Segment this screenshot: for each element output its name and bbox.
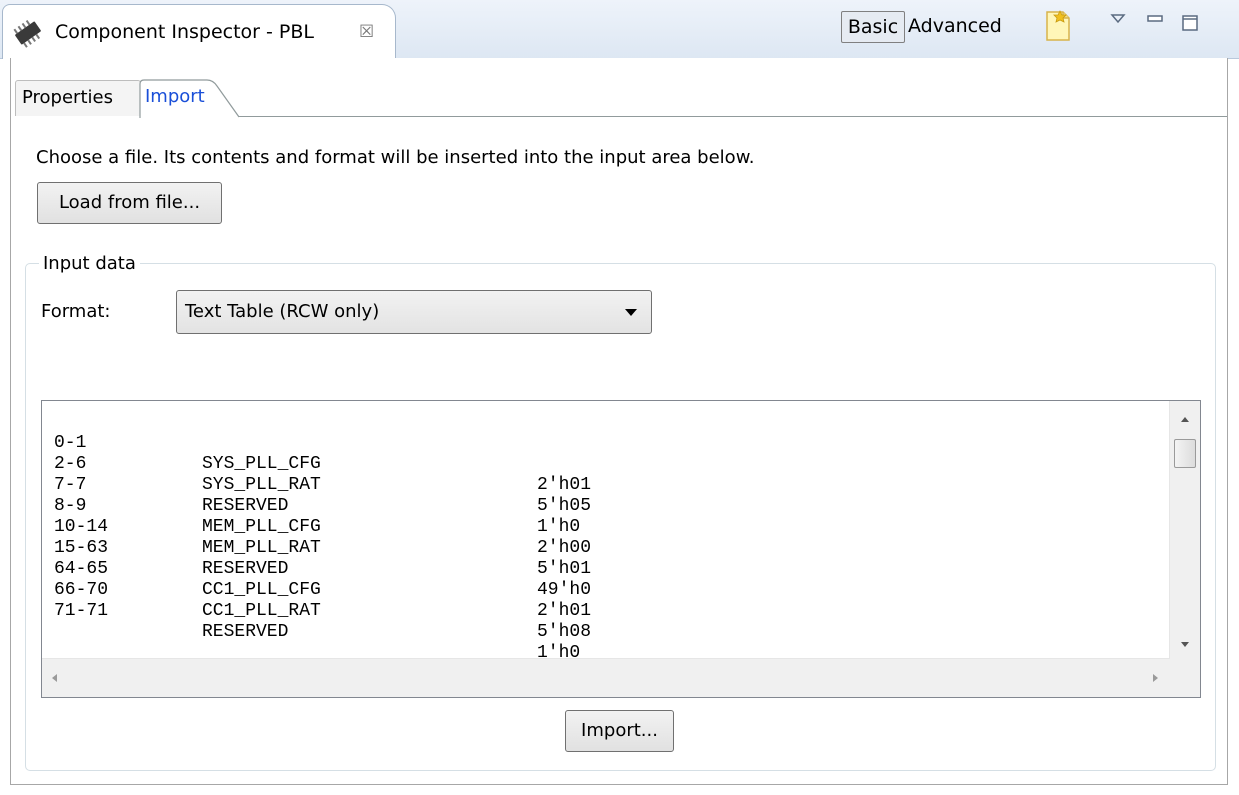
data-row: 8-9 MEM_PLL_CFG 2'h00 [54, 475, 591, 558]
chevron-down-icon [625, 309, 637, 316]
row-value: 2'h01 [537, 475, 592, 495]
tab-properties[interactable]: Properties [15, 80, 141, 116]
view-content: Properties Import Choose a file. Its con… [10, 58, 1228, 785]
scroll-left-icon[interactable] [52, 674, 57, 682]
tab-baseline [239, 116, 1227, 117]
row-name: SYS_PLL_RAT [202, 475, 321, 495]
row-value: 1'h0 [537, 517, 581, 537]
scroll-up-icon[interactable] [1181, 417, 1189, 422]
maximize-icon[interactable] [1180, 13, 1200, 33]
tab-row: Properties Import [11, 58, 1227, 118]
row-name: RESERVED [202, 622, 289, 642]
row-value: 2'h01 [537, 601, 592, 621]
data-row: 0-1 SYS_PLL_CFG 2'h01 [54, 412, 591, 495]
close-view-icon[interactable]: ☒ [359, 22, 374, 42]
row-value: 49'h0 [537, 580, 592, 600]
row-name: RESERVED [202, 559, 289, 579]
load-from-file-button[interactable]: Load from file... [37, 182, 222, 224]
new-file-icon[interactable] [1043, 9, 1073, 43]
data-row: 15-63 RESERVED 49'h0 [54, 517, 591, 600]
view-menu-icon[interactable] [1110, 13, 1126, 25]
tab-import[interactable]: Import [145, 80, 205, 114]
view-title: Component Inspector - PBL [55, 21, 314, 43]
advanced-mode-button[interactable]: Advanced [908, 11, 1002, 43]
basic-mode-button[interactable]: Basic [841, 11, 905, 43]
minimize-icon[interactable] [1146, 13, 1164, 25]
horizontal-scrollbar[interactable] [42, 658, 1170, 697]
data-row: 71-71 RESERVED 1'h0 [54, 580, 580, 663]
row-name: SYS_PLL_CFG [202, 454, 321, 474]
data-row: 64-65 CC1_PLL_CFG 2'h01 [54, 538, 591, 621]
row-value: 2'h00 [537, 538, 592, 558]
format-dropdown[interactable]: Text Table (RCW only) [176, 290, 652, 334]
row-name: MEM_PLL_CFG [202, 517, 321, 537]
scroll-down-icon[interactable] [1181, 642, 1189, 647]
vertical-scrollbar[interactable] [1169, 401, 1200, 659]
data-row: 66-70 CC1_PLL_RAT 5'h08 [54, 559, 591, 642]
data-row: 2-6 SYS_PLL_RAT 5'h05 [54, 433, 591, 516]
chip-icon [13, 19, 41, 48]
format-dropdown-value: Text Table (RCW only) [185, 301, 380, 322]
scroll-right-icon[interactable] [1153, 674, 1158, 682]
input-data-group-title: Input data [39, 253, 140, 274]
row-name: RESERVED [202, 496, 289, 516]
input-data-content: 0-1 SYS_PLL_CFG 2'h01 2-6 SYS_PLL_RAT 5'… [54, 412, 591, 663]
input-data-textarea[interactable]: 0-1 SYS_PLL_CFG 2'h01 2-6 SYS_PLL_RAT 5'… [41, 400, 1201, 698]
row-value: 5'h05 [537, 496, 592, 516]
format-label: Format: [41, 301, 111, 322]
import-button[interactable]: Import... [565, 710, 674, 752]
data-row: 7-7 RESERVED 1'h0 [54, 454, 580, 537]
row-name: MEM_PLL_RAT [202, 538, 321, 558]
view-tab-component-inspector[interactable]: Component Inspector - PBL ☒ [2, 4, 396, 59]
row-name: CC1_PLL_RAT [202, 601, 321, 621]
row-value: 5'h08 [537, 622, 592, 642]
row-value: 5'h01 [537, 559, 592, 579]
scrollbar-corner [1170, 659, 1200, 697]
row-range: 71-71 [54, 601, 109, 621]
data-row: 10-14 MEM_PLL_RAT 5'h01 [54, 496, 591, 579]
intro-text: Choose a file. Its contents and format w… [36, 147, 755, 168]
row-name: CC1_PLL_CFG [202, 580, 321, 600]
view-title-bar: Component Inspector - PBL ☒ Basic Advanc… [0, 0, 1239, 59]
vertical-scroll-thumb[interactable] [1174, 439, 1196, 468]
